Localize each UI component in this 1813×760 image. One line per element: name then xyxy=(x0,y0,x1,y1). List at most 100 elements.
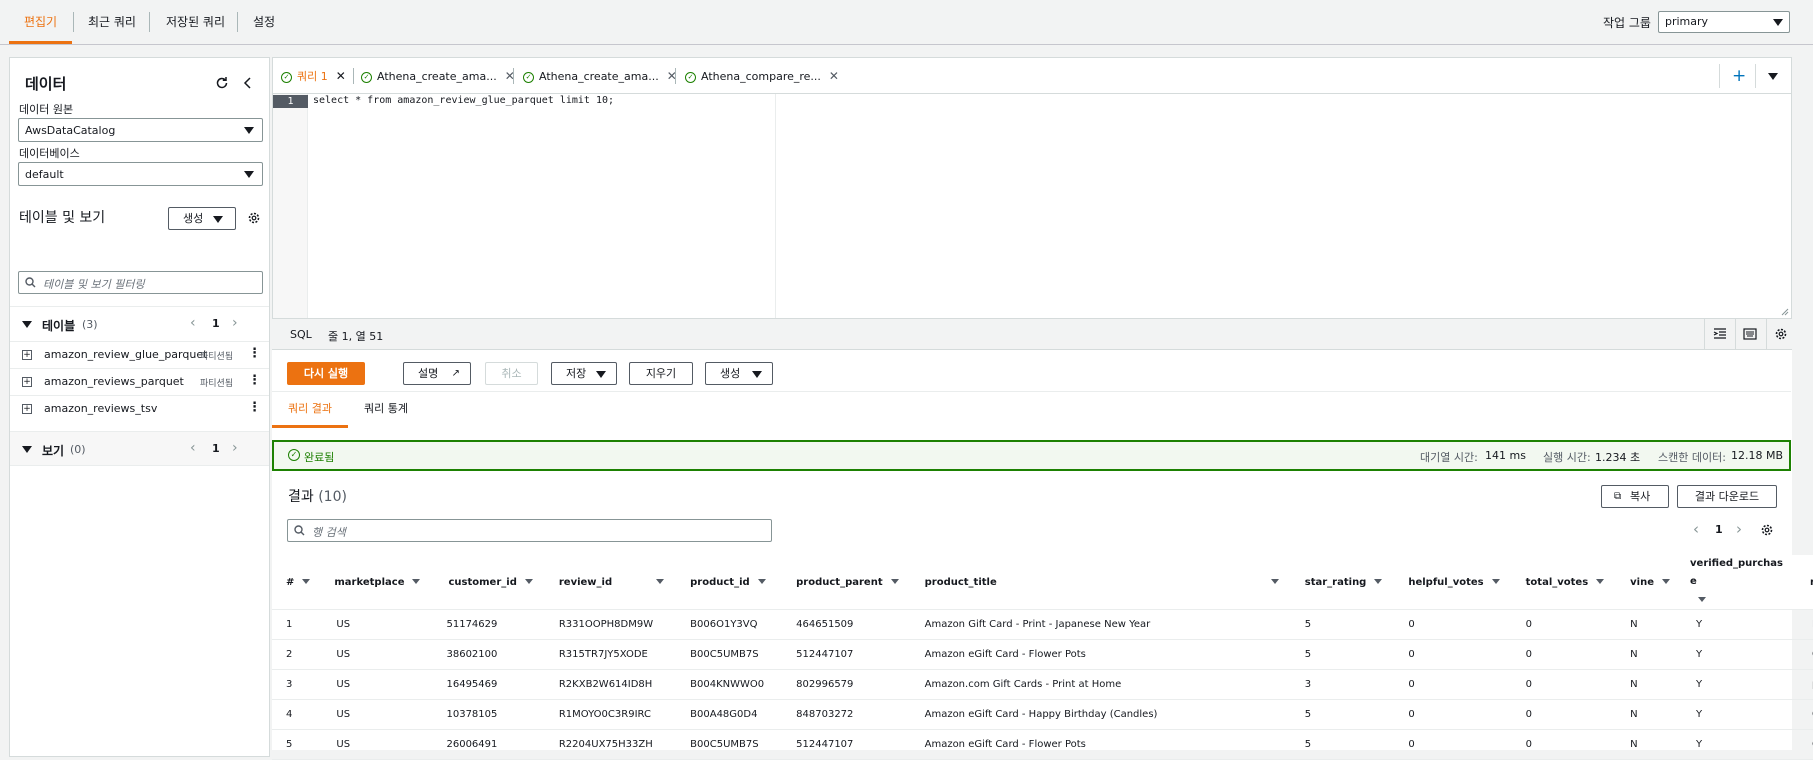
datasource-select[interactable]: AwsDataCatalog xyxy=(18,118,263,142)
external-link-icon: ↗ xyxy=(451,368,460,379)
table-item[interactable]: + amazon_review_glue_parquet 파티션됨 ⋮ xyxy=(10,341,269,368)
tab-recent-queries[interactable]: 최근 쿼리 xyxy=(88,0,136,44)
format-icon[interactable] xyxy=(1713,327,1727,341)
column-header[interactable]: review_he xyxy=(1796,555,1813,610)
more-options-icon[interactable]: ⋮ xyxy=(248,346,261,361)
sql-code[interactable]: select * from amazon_review_glue_parquet… xyxy=(313,95,614,106)
prev-page-icon[interactable]: ‹ xyxy=(190,440,196,456)
row-search-input[interactable]: 행 검색 xyxy=(287,519,772,542)
success-icon: ✓ xyxy=(288,449,300,461)
shortcuts-icon[interactable] xyxy=(1743,327,1757,341)
divider xyxy=(149,12,150,32)
query-tab-1[interactable]: ✓ 쿼리 1 ✕ xyxy=(281,58,346,94)
sort-icon[interactable] xyxy=(1491,579,1500,584)
column-header[interactable]: vine xyxy=(1614,555,1681,610)
sort-icon[interactable] xyxy=(1374,579,1383,584)
save-button[interactable]: 저장 xyxy=(551,362,617,385)
resize-handle-icon[interactable] xyxy=(1781,308,1789,316)
table-cell: 0 xyxy=(1509,729,1615,760)
views-section-header[interactable]: 보기 (0) ‹ 1 › xyxy=(10,431,269,466)
column-header[interactable]: product_title xyxy=(908,555,1289,610)
table-item[interactable]: + amazon_reviews_tsv ⋮ xyxy=(10,395,269,422)
column-header[interactable]: marketplace xyxy=(320,555,431,610)
tab-menu-icon[interactable] xyxy=(1768,73,1778,80)
table-row[interactable]: 2 US 38602100 R315TR7JY5XODE B00C5UMB7S 51244… xyxy=(272,639,1813,670)
collapse-icon[interactable] xyxy=(242,76,254,90)
column-label: # xyxy=(286,576,295,588)
sort-icon[interactable] xyxy=(1698,597,1707,602)
save-label: 저장 xyxy=(566,367,587,380)
table-row[interactable]: 3 US 16495469 R2KXB2W614ID8H B004KNWWO0 80299… xyxy=(272,669,1813,700)
sort-icon[interactable] xyxy=(656,579,665,584)
column-header[interactable]: customer_id xyxy=(430,555,543,610)
sort-icon[interactable] xyxy=(757,579,766,584)
explain-button[interactable]: 설명 ↗ xyxy=(403,362,471,385)
tab-query-stats[interactable]: 쿼리 통계 xyxy=(364,390,408,428)
prev-page-icon[interactable]: ‹ xyxy=(1693,520,1699,538)
prev-page-icon[interactable]: ‹ xyxy=(190,315,196,331)
expand-table-icon[interactable]: + xyxy=(22,377,32,387)
database-select[interactable]: default xyxy=(18,162,263,186)
sort-icon[interactable] xyxy=(1270,579,1279,584)
table-cell: Amazon eGift Card - Flower Pots xyxy=(908,639,1289,670)
run-again-button[interactable]: 다시 실행 xyxy=(287,362,365,385)
column-header[interactable]: verified_purchase xyxy=(1680,555,1797,610)
sort-icon[interactable] xyxy=(1662,579,1671,584)
sort-icon[interactable] xyxy=(302,579,311,584)
more-options-icon[interactable]: ⋮ xyxy=(248,400,261,415)
expand-table-icon[interactable]: + xyxy=(22,350,32,360)
column-header[interactable]: star_rating xyxy=(1288,555,1393,610)
close-icon[interactable]: ✕ xyxy=(336,69,346,83)
gear-icon[interactable] xyxy=(247,211,261,225)
column-header[interactable]: # xyxy=(272,555,321,610)
close-icon[interactable]: ✕ xyxy=(829,69,839,83)
sort-icon[interactable] xyxy=(524,579,533,584)
table-settings-icon[interactable] xyxy=(1760,523,1774,537)
tab-saved-queries[interactable]: 저장된 쿼리 xyxy=(166,0,225,44)
table-cell: 0 xyxy=(1392,729,1510,760)
tables-page: 1 xyxy=(212,317,220,330)
cancel-button[interactable]: 취소 xyxy=(485,362,538,385)
results-table: # marketplace customer_id review_id prod… xyxy=(272,555,1813,760)
expand-table-icon[interactable]: + xyxy=(22,404,32,414)
download-results-button[interactable]: 결과 다운로드 xyxy=(1677,485,1777,508)
add-tab-icon[interactable]: + xyxy=(1732,66,1746,86)
next-page-icon[interactable]: › xyxy=(232,315,238,331)
table-item[interactable]: + amazon_reviews_parquet 파티션됨 ⋮ xyxy=(10,368,269,395)
tab-editor[interactable]: 편집기 xyxy=(9,0,72,44)
sort-icon[interactable] xyxy=(1596,579,1605,584)
query-tab-2[interactable]: ✓ Athena_create_ama... ✕ xyxy=(361,58,515,94)
table-filter-input[interactable]: 테이블 및 보기 필터링 xyxy=(18,271,263,294)
copy-button[interactable]: ⧉ 복사 xyxy=(1601,485,1669,508)
settings-gear-icon[interactable] xyxy=(1774,327,1788,341)
table-row[interactable]: 4 US 10378105 R1MOYO0C3R9IRC B00A48G0D4 84870… xyxy=(272,699,1813,730)
table-row[interactable]: 5 US 26006491 R2204UX75H33ZH B00C5UMB7S 51244… xyxy=(272,729,1813,760)
query-tab-4[interactable]: ✓ Athena_compare_re... ✕ xyxy=(685,58,839,94)
table-cell: 26006491 xyxy=(430,729,543,760)
sort-icon[interactable] xyxy=(412,579,421,584)
clear-button[interactable]: 지우기 xyxy=(629,362,693,385)
query-tab-3[interactable]: ✓ Athena_create_ama... ✕ xyxy=(523,58,677,94)
next-page-icon[interactable]: › xyxy=(1736,520,1742,538)
create-button[interactable]: 생성 xyxy=(705,362,773,385)
column-header[interactable]: helpful_votes xyxy=(1392,555,1510,610)
tab-query-results[interactable]: 쿼리 결과 xyxy=(272,390,348,428)
next-page-icon[interactable]: › xyxy=(232,440,238,456)
tables-count: (3) xyxy=(82,318,98,331)
column-header[interactable]: product_id xyxy=(674,555,781,610)
column-header[interactable]: total_votes xyxy=(1509,555,1615,610)
tables-section-header[interactable]: 테이블 (3) ‹ 1 › xyxy=(10,306,269,341)
partitioned-badge: 파티션됨 xyxy=(200,379,234,389)
column-header[interactable]: review_id xyxy=(542,555,675,610)
sort-icon[interactable] xyxy=(890,579,899,584)
results-page: 1 xyxy=(1715,523,1723,536)
tab-settings[interactable]: 설정 xyxy=(253,0,275,44)
more-options-icon[interactable]: ⋮ xyxy=(248,373,261,388)
column-header[interactable]: product_parent xyxy=(780,555,909,610)
create-table-button[interactable]: 생성 xyxy=(168,207,236,230)
results-title: 결과 (10) xyxy=(288,486,347,506)
table-cell: N xyxy=(1614,729,1681,760)
workgroup-select[interactable]: primary xyxy=(1658,11,1790,33)
table-row[interactable]: 1 US 51174629 R331OOPH8DM9W B006O1Y3VQ 464651… xyxy=(272,609,1813,640)
refresh-icon[interactable] xyxy=(215,76,229,90)
